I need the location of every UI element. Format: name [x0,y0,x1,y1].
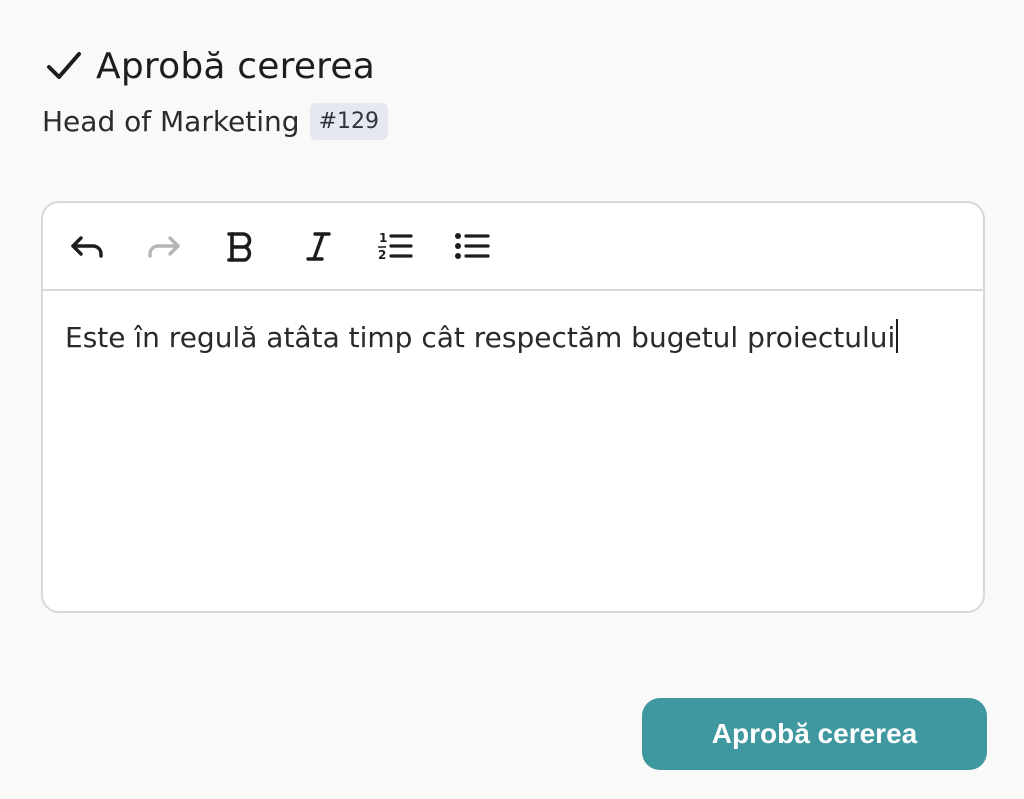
editor-content[interactable]: Este în regulă atâta timp cât respectăm … [43,291,983,384]
editor-toolbar: 1 2 [43,203,983,291]
editor-text: Este în regulă atâta timp cât respectăm … [65,321,896,354]
italic-icon [306,232,331,261]
svg-text:1: 1 [379,231,387,245]
bold-icon [227,232,252,262]
svg-text:2: 2 [378,248,386,262]
role-label: Head of Marketing [42,104,300,138]
text-cursor [896,319,899,353]
redo-arrow-icon [148,236,180,258]
rich-text-editor: 1 2 Este în regulă atâta timp cât respec… [41,201,985,613]
undo-button[interactable] [65,224,109,268]
approve-request-dialog: Aprobă cererea Head of Marketing #129 1 … [0,0,1024,799]
ordered-list-icon: 1 2 [378,231,413,262]
request-id-badge: #129 [309,102,388,140]
subtitle-row: Head of Marketing #129 [42,100,388,142]
approve-request-button[interactable]: Aprobă cererea [642,698,987,770]
checkmark-icon [47,52,81,79]
bold-button[interactable] [219,224,263,268]
ordered-list-button[interactable]: 1 2 [373,224,417,268]
italic-button[interactable] [296,224,340,268]
bullet-list-icon [455,233,490,259]
title-row: Aprobă cererea [44,40,375,92]
bullet-list-button[interactable] [450,224,494,268]
page-title: Aprobă cererea [96,45,375,87]
redo-button[interactable] [142,224,186,268]
undo-arrow-icon [71,236,103,258]
